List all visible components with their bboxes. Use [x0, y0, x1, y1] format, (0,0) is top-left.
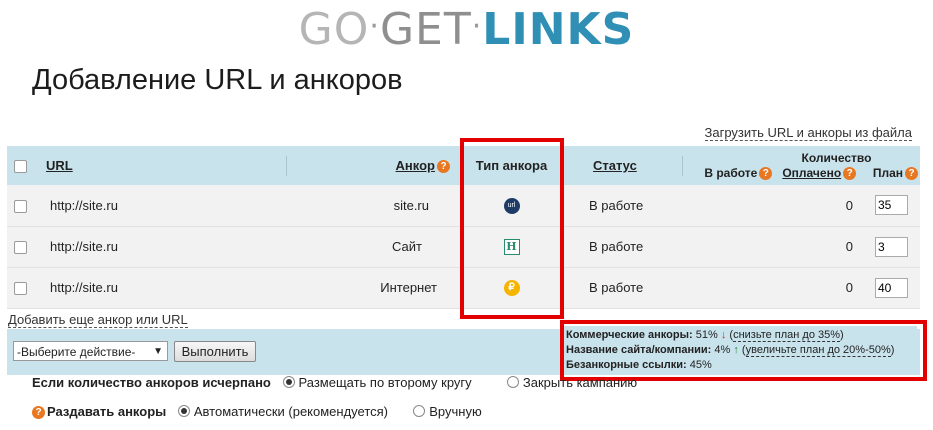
plan-header: План: [872, 165, 903, 180]
row-anchor: site.ru: [393, 197, 429, 213]
distribute-options: ? Раздавать анкоры Автоматически (рекомен…: [32, 404, 482, 419]
row-anchor: Интернет: [380, 280, 437, 295]
status-column-header[interactable]: Статус: [593, 158, 637, 173]
row-checkbox[interactable]: [13, 241, 27, 255]
radio-second-round[interactable]: [282, 376, 295, 388]
exhausted-label: Если количество анкоров исчерпано: [32, 375, 271, 390]
radio-automatic[interactable]: [177, 405, 190, 417]
second-round-label[interactable]: Размещать по второму кругу: [299, 375, 472, 390]
url-column-header[interactable]: URL: [46, 158, 73, 173]
action-select[interactable]: -Выберите действие- ▼: [13, 341, 168, 361]
in-work-header: В работе: [704, 165, 758, 180]
row-paid: 0: [845, 197, 853, 213]
upload-from-file-link[interactable]: Загрузить URL и анкоры из файла: [704, 126, 912, 141]
stats-highlight: [560, 320, 927, 381]
select-all-checkbox[interactable]: [13, 160, 27, 174]
add-anchor-link[interactable]: Добавить еще анкор или URL: [8, 313, 188, 328]
page-title: Добавление URL и анкоров: [32, 64, 403, 96]
row-url: http://site.ru: [50, 280, 118, 295]
row-paid: 0: [845, 280, 853, 295]
action-select-value: -Выберите действие-: [17, 345, 136, 359]
row-url: http://site.ru: [50, 239, 118, 254]
plan-input[interactable]: [875, 236, 908, 257]
distribute-label: Раздавать анкоры: [47, 404, 167, 419]
exhausted-options: Если количество анкоров исчерпано Размещ…: [32, 375, 637, 390]
logo-get: GET: [379, 4, 472, 55]
anchor-type-highlight: [460, 138, 564, 319]
help-icon[interactable]: ?: [32, 406, 45, 419]
row-checkbox[interactable]: [13, 282, 27, 296]
radio-close-campaign[interactable]: [506, 376, 519, 388]
plan-input[interactable]: [875, 277, 908, 298]
row-checkbox[interactable]: [13, 199, 27, 213]
paid-header[interactable]: Оплачено: [782, 166, 841, 180]
chevron-down-icon: ▼: [153, 346, 163, 357]
logo: GO·GET·LINKS: [298, 4, 635, 55]
row-status: В работе: [589, 280, 644, 295]
help-icon[interactable]: ?: [759, 166, 773, 180]
manual-label[interactable]: Вручную: [429, 404, 481, 419]
logo-links: LINKS: [482, 4, 635, 55]
help-icon[interactable]: ?: [437, 160, 450, 173]
automatic-label[interactable]: Автоматически (рекомендуется): [194, 404, 388, 419]
row-status: В работе: [589, 239, 644, 254]
row-url: http://site.ru: [50, 197, 118, 213]
quantity-header: Количество: [801, 150, 872, 165]
row-anchor: Сайт: [392, 239, 422, 254]
radio-manual[interactable]: [413, 405, 426, 417]
close-campaign-label[interactable]: Закрыть кампанию: [523, 375, 637, 390]
help-icon[interactable]: ?: [843, 166, 857, 180]
help-icon[interactable]: ?: [905, 166, 918, 180]
logo-go: GO: [298, 4, 370, 55]
plan-input[interactable]: [875, 195, 908, 216]
anchor-column-header[interactable]: Анкор: [396, 158, 435, 173]
row-paid: 0: [845, 239, 853, 254]
execute-button[interactable]: Выполнить: [174, 341, 256, 362]
row-status: В работе: [589, 197, 644, 213]
